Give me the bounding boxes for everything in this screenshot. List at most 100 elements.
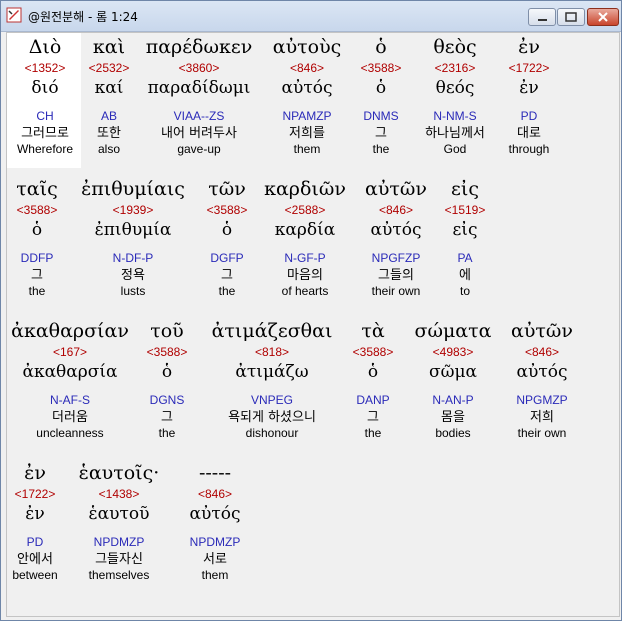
word-block[interactable]: ἀκαθαρσίαν <167> ἀκαθαρσία N-AF-S 더러움 un… (7, 317, 133, 440)
korean-gloss: 그 (221, 268, 233, 283)
parsing-code: NPDMZP (189, 535, 241, 549)
korean-gloss: 에 (459, 268, 471, 283)
korean-gloss: 정욕 (121, 268, 145, 283)
english-gloss: gave-up (177, 142, 221, 156)
parsing-code: PD (520, 109, 538, 123)
lemma: ὁ (31, 220, 43, 240)
word-block[interactable]: ὁ <3588> ὁ DNMS 그 the (357, 33, 405, 156)
word-block[interactable]: τὰ <3588> ὁ DANP 그 the (347, 317, 399, 440)
korean-gloss: 그 (367, 410, 379, 425)
korean-gloss: 대로 (517, 126, 541, 141)
strong-number: <846> (289, 61, 325, 75)
close-button[interactable] (587, 8, 619, 26)
word-block[interactable]: θεὸς <2316> θεός N-NM-S 하나님께서 God (413, 33, 497, 156)
greek-word: ταῖς (16, 178, 58, 200)
greek-word: ἐν (518, 36, 540, 58)
word-block[interactable]: Διὸ <1352> διό CH 그러므로 Wherefore (9, 33, 81, 156)
korean-gloss: 그 (31, 268, 43, 283)
word-block[interactable]: αὐτῶν <846> αὐτός NPGMZP 저희 their own (503, 317, 581, 440)
app-icon (6, 7, 22, 23)
strong-number: <1519> (444, 203, 486, 217)
strong-number: <846> (197, 487, 233, 501)
greek-word: τὰ (361, 320, 385, 342)
greek-word: θεὸς (433, 36, 477, 58)
minimize-button[interactable] (528, 8, 556, 26)
english-gloss: the (28, 284, 46, 298)
word-block[interactable]: ἐπιθυμίαις <1939> ἐπιθυμία N-DF-P 정욕 lus… (73, 175, 193, 298)
word-block[interactable]: τοῦ <3588> ὁ DGNS 그 the (139, 317, 195, 440)
word-block[interactable]: ----- <846> αὐτός NPDMZP 서로 them (177, 459, 253, 582)
word-block[interactable]: αὐτῶν <846> αὐτός NPGFZP 그들의 their own (359, 175, 433, 298)
lemma: διό (31, 78, 59, 98)
parsing-code: NPGFZP (371, 251, 421, 265)
lemma: σῶμα (429, 362, 477, 382)
greek-word: καρδιῶν (264, 178, 346, 200)
greek-word: αὐτῶν (365, 178, 427, 200)
english-gloss: Wherefore (16, 142, 74, 156)
lemma: ἐν (25, 504, 45, 524)
korean-gloss: 더러움 (52, 410, 88, 425)
strong-number: <3588> (146, 345, 188, 359)
parsing-code: NPGMZP (516, 393, 568, 407)
korean-gloss: 그러므로 (21, 126, 69, 141)
lemma: θεός (435, 78, 475, 98)
english-gloss: their own (371, 284, 421, 298)
word-block[interactable]: ταῖς <3588> ὁ DDFP 그 the (9, 175, 65, 298)
lemma: ὁ (367, 362, 379, 382)
lemma: αὐτός (281, 78, 333, 98)
english-gloss: of hearts (281, 284, 329, 298)
strong-number: <1352> (24, 61, 66, 75)
word-block[interactable]: αὐτοὺς <846> αὐτός NPAMZP 저희를 them (265, 33, 349, 156)
lemma: ὁ (161, 362, 173, 382)
title-bar[interactable]: @원전분해 - 롬 1:24 (1, 1, 621, 32)
strong-number: <3588> (352, 345, 394, 359)
strong-number: <1438> (98, 487, 140, 501)
word-block[interactable]: εἰς <1519> εἰς PA 에 to (437, 175, 493, 298)
english-gloss: dishonour (245, 426, 299, 440)
word-block[interactable]: καὶ <2532> καί AB 또한 also (85, 33, 133, 156)
lemma: ἐν (519, 78, 539, 98)
word-block[interactable]: ἐν <1722> ἐν PD 안에서 between (9, 459, 61, 582)
korean-gloss: 안에서 (17, 552, 53, 567)
lemma: παραδίδωμι (147, 78, 251, 98)
greek-word: Διὸ (28, 36, 62, 58)
lemma: ὁ (375, 78, 387, 98)
english-gloss: bodies (435, 426, 471, 440)
strong-number: <846> (524, 345, 560, 359)
greek-word: ὁ (375, 36, 387, 58)
app-window: @원전분해 - 롬 1:24 Διὸ <1352> διό CH 그러므로 Wh… (0, 0, 622, 621)
parsing-code: DDFP (20, 251, 54, 265)
strong-number: <3588> (16, 203, 58, 217)
maximize-button[interactable] (557, 8, 585, 26)
strong-number: <4983> (432, 345, 474, 359)
strong-number: <846> (378, 203, 414, 217)
greek-word: ----- (198, 462, 232, 484)
word-block[interactable]: καρδιῶν <2588> καρδία N-GF-P 마음의 of hear… (261, 175, 349, 298)
strong-number: <1939> (112, 203, 154, 217)
parsing-code: N-DF-P (112, 251, 154, 265)
word-block[interactable]: τῶν <3588> ὁ DGFP 그 the (199, 175, 255, 298)
word-block[interactable]: ἐν <1722> ἐν PD 대로 through (503, 33, 555, 156)
strong-number: <3588> (206, 203, 248, 217)
parsing-code: VIAA--ZS (173, 109, 225, 123)
korean-gloss: 저희 (530, 410, 554, 425)
word-block[interactable]: παρέδωκεν <3860> παραδίδωμι VIAA--ZS 내어 … (141, 33, 257, 156)
greek-word: ἑαυτοῖς· (78, 462, 160, 484)
word-block[interactable]: ἀτιμάζεσθαι <818> ἀτιμάζω VNPEG 욕되게 하셨으니… (201, 317, 343, 440)
english-gloss: through (508, 142, 550, 156)
parsing-code: AB (100, 109, 117, 123)
english-gloss: between (12, 568, 58, 582)
greek-word: ἐπιθυμίαις (81, 178, 185, 200)
korean-gloss: 그 (375, 126, 387, 141)
strong-number: <3588> (360, 61, 402, 75)
parsing-code: PD (26, 535, 44, 549)
word-block[interactable]: σώματα <4983> σῶμα N-AN-P 몸을 bodies (407, 317, 499, 440)
lemma: ἑαυτοῦ (88, 504, 150, 524)
word-block[interactable]: ἑαυτοῖς· <1438> ἑαυτοῦ NPDMZP 그들자신 thems… (73, 459, 165, 582)
korean-gloss: 그들의 (378, 268, 414, 283)
parsing-code: N-NM-S (433, 109, 477, 123)
strong-number: <1722> (508, 61, 550, 75)
korean-gloss: 마음의 (287, 268, 323, 283)
greek-word: παρέδωκεν (145, 36, 253, 58)
english-gloss: lusts (120, 284, 146, 298)
